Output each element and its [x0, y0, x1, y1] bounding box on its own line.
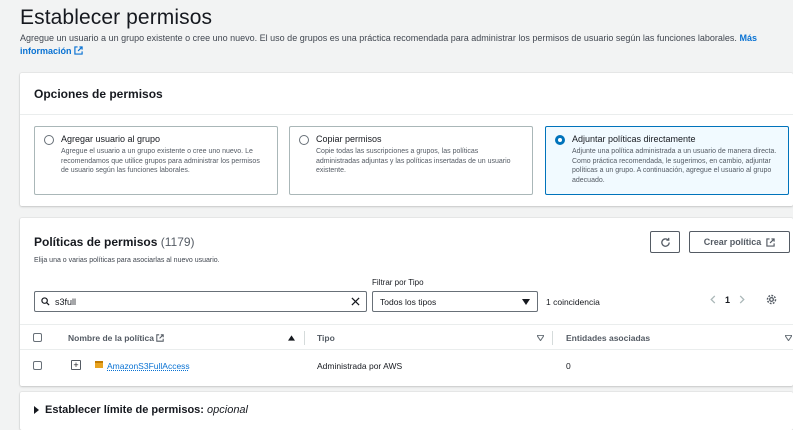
column-policy-name[interactable]: Nombre de la política — [68, 333, 165, 343]
option-copy-permissions[interactable]: Copiar permisos Copie todas las suscripc… — [289, 126, 533, 195]
create-policy-button[interactable]: Crear política — [689, 231, 790, 253]
page-description-text: Agregue un usuario a un grupo existente … — [20, 33, 737, 43]
permissions-boundary-toggle[interactable]: Establecer límite de permisos: opcional — [34, 404, 248, 416]
option-description: Adjunte una política administrada a un u… — [572, 148, 777, 184]
table-row[interactable]: + AmazonS3FullAccess Administrada por AW… — [20, 351, 793, 381]
pagination: 1 — [710, 294, 777, 305]
column-type[interactable]: Tipo — [317, 333, 335, 343]
filter-type-label: Filtrar por Tipo — [372, 278, 424, 287]
match-count: 1 coincidencia — [546, 297, 600, 307]
refresh-icon — [660, 237, 670, 247]
type-filter-select[interactable]: Todos los tipos — [372, 291, 538, 312]
option-add-to-group[interactable]: Agregar usuario al grupo Agregue el usua… — [34, 126, 278, 195]
permission-options-title: Opciones de permisos — [34, 87, 163, 101]
permissions-boundary-panel[interactable]: Establecer límite de permisos: opcional — [20, 392, 793, 430]
boundary-optional: opcional — [207, 404, 248, 416]
policy-search-input[interactable]: s3full — [34, 291, 367, 312]
page-title: Establecer permisos — [20, 6, 213, 29]
permission-options-panel: Opciones de permisos Agregar usuario al … — [20, 73, 793, 206]
policy-name-link[interactable]: AmazonS3FullAccess — [107, 361, 190, 371]
option-description: Copie todas las suscripciones a grupos, … — [316, 148, 511, 174]
caret-right-icon — [34, 406, 39, 414]
option-attach-policies[interactable]: Adjuntar políticas directamente Adjunte … — [545, 126, 789, 195]
divider — [20, 114, 793, 115]
option-label: Copiar permisos — [316, 134, 382, 144]
column-separator — [304, 331, 305, 345]
sort-ascending-icon[interactable] — [288, 335, 295, 341]
policy-entities: 0 — [566, 361, 571, 371]
next-page-icon[interactable] — [739, 295, 745, 304]
column-separator — [552, 331, 553, 345]
type-filter-value: Todos los tipos — [380, 296, 437, 307]
table-header: Nombre de la política Tipo Entidades aso… — [20, 324, 793, 350]
permission-policies-panel: Políticas de permisos (1179) Elija una o… — [20, 218, 793, 386]
gear-icon[interactable] — [766, 294, 777, 305]
row-checkbox[interactable] — [33, 361, 42, 370]
radio-add-to-group[interactable] — [44, 135, 54, 145]
caret-down-icon — [522, 298, 530, 305]
page-description: Agregue un usuario a un grupo existente … — [20, 32, 790, 58]
sort-icon[interactable] — [785, 335, 792, 341]
prev-page-icon[interactable] — [710, 295, 716, 304]
external-link-icon — [766, 237, 775, 247]
refresh-button[interactable] — [650, 231, 680, 253]
radio-copy-permissions[interactable] — [299, 135, 309, 145]
sort-icon[interactable] — [537, 335, 544, 341]
select-all-checkbox[interactable] — [33, 333, 42, 342]
clear-icon[interactable] — [351, 297, 360, 306]
boundary-title: Establecer límite de permisos: — [45, 404, 204, 416]
policies-title: Políticas de permisos (1179) — [34, 235, 195, 249]
option-description: Agregue el usuario a un grupo existente … — [61, 148, 260, 174]
policies-count: (1179) — [160, 235, 195, 249]
search-icon — [41, 297, 50, 306]
radio-attach-policies[interactable] — [555, 135, 565, 145]
column-entities[interactable]: Entidades asociadas — [566, 333, 650, 343]
external-link-icon — [74, 46, 83, 55]
option-label: Adjuntar políticas directamente — [572, 134, 696, 144]
aws-managed-policy-icon — [95, 361, 103, 368]
policies-description: Elija una o varias políticas para asocia… — [34, 257, 220, 264]
current-page[interactable]: 1 — [725, 295, 730, 305]
search-value: s3full — [55, 296, 77, 307]
external-link-icon — [156, 334, 165, 342]
option-label: Agregar usuario al grupo — [61, 134, 161, 144]
expand-row-icon[interactable]: + — [71, 360, 81, 370]
policy-type: Administrada por AWS — [317, 361, 403, 371]
